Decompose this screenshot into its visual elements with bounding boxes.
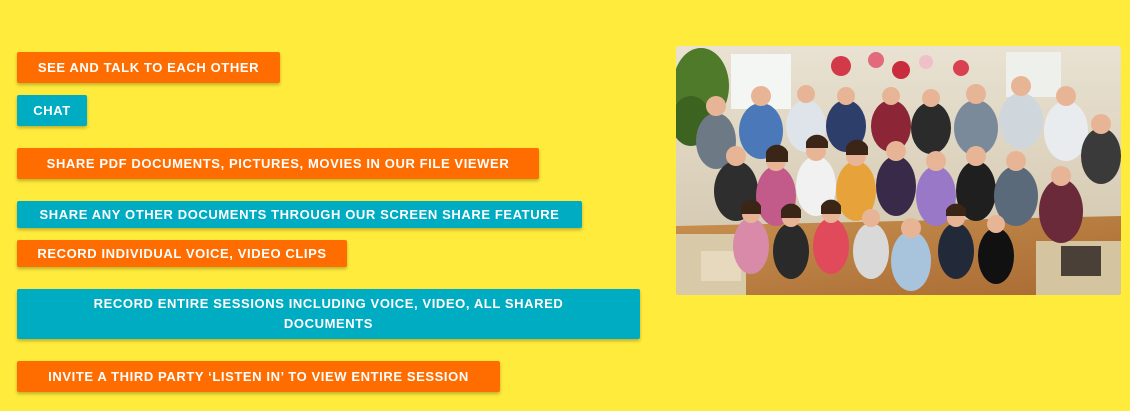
see-and-talk-button[interactable]: SEE AND TALK TO EACH OTHER bbox=[17, 52, 280, 83]
record-sessions-button[interactable]: RECORD ENTIRE SESSIONS INCLUDING VOICE, … bbox=[17, 289, 640, 339]
chat-button[interactable]: CHAT bbox=[17, 95, 87, 126]
share-pdf-button[interactable]: SHARE PDF DOCUMENTS, PICTURES, MOVIES IN… bbox=[17, 148, 539, 179]
invite-third-party-button[interactable]: INVITE A THIRD PARTY ‘LISTEN IN’ TO VIEW… bbox=[17, 361, 500, 392]
screen-share-button[interactable]: SHARE ANY OTHER DOCUMENTS THROUGH OUR SC… bbox=[17, 201, 582, 228]
family-group-photo bbox=[676, 46, 1121, 295]
record-clips-button[interactable]: RECORD INDIVIDUAL VOICE, VIDEO CLIPS bbox=[17, 240, 347, 267]
